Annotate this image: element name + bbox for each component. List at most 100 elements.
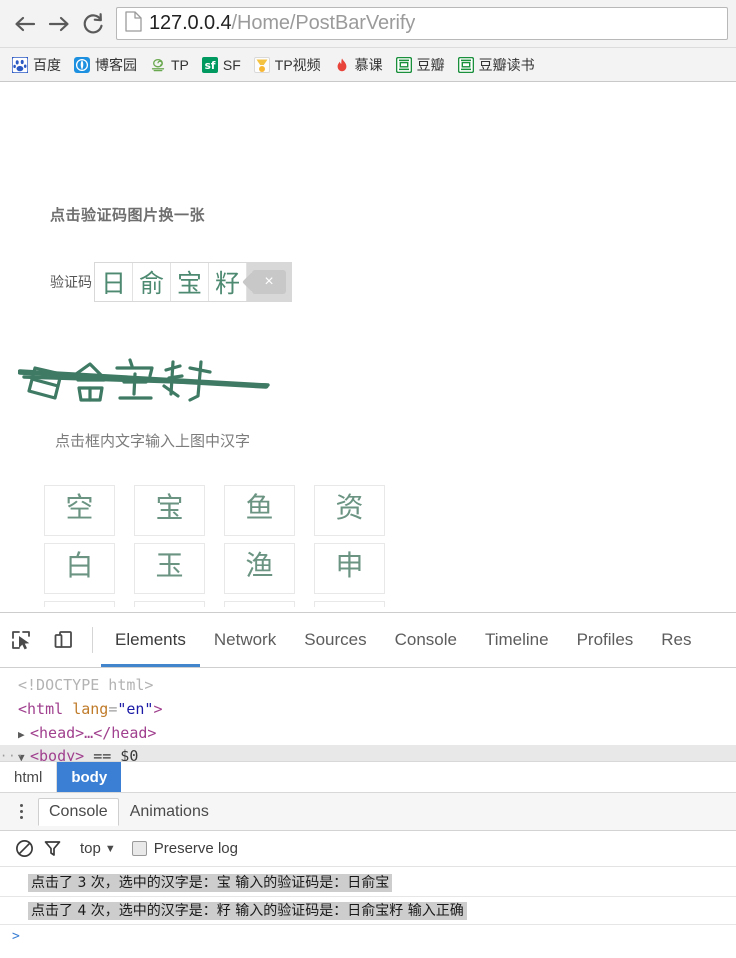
char-option[interactable]: 日 xyxy=(44,601,115,607)
more-options-icon[interactable] xyxy=(4,795,38,829)
console-message-text: 点击了 3 次，选中的汉字是：宝 输入的验证码是：日俞宝 xyxy=(28,874,393,892)
char-option[interactable]: 玉 xyxy=(134,543,205,594)
char-option[interactable]: 籽 xyxy=(134,601,205,607)
bookmark-label: 豆瓣读书 xyxy=(478,56,535,73)
dom-line-head[interactable]: ▶ <head>…</head> xyxy=(0,722,736,746)
head-text: <head>…</head> xyxy=(30,723,157,742)
address-bar[interactable]: 127.0.0.4/Home/PostBarVerify xyxy=(116,7,728,40)
segmentfault-icon: sf xyxy=(201,56,218,73)
tab-sources[interactable]: Sources xyxy=(290,613,380,667)
console-message[interactable]: 点击了 4 次，选中的汉字是：籽 输入的验证码是：日俞宝籽 输入正确 xyxy=(0,897,736,925)
bookmark-label: 百度 xyxy=(33,56,61,73)
char-option[interactable]: 申 xyxy=(314,543,385,594)
bookmark-tp[interactable]: TP xyxy=(144,53,195,77)
breadcrumb-body[interactable]: body xyxy=(57,762,122,792)
captcha-hint: 点击框内文字输入上图中汉字 xyxy=(55,432,251,450)
url-text: 127.0.0.4/Home/PostBarVerify xyxy=(149,12,415,35)
tp-video-icon xyxy=(253,56,270,73)
captcha-input-group[interactable]: 日 俞 宝 籽 × xyxy=(94,262,292,302)
drawer-tab-animations[interactable]: Animations xyxy=(119,798,220,826)
char-option[interactable]: 白 xyxy=(44,543,115,594)
console-log: 点击了 3 次，选中的汉字是：宝 输入的验证码是：日俞宝 点击了 4 次，选中的… xyxy=(0,867,736,944)
tab-profiles[interactable]: Profiles xyxy=(563,613,648,667)
filter-icon[interactable] xyxy=(38,835,66,863)
char-option[interactable]: 空 xyxy=(44,485,115,536)
bookmark-baidu[interactable]: 百度 xyxy=(6,53,67,77)
document-icon xyxy=(125,10,142,37)
captcha-char-2[interactable]: 宝 xyxy=(171,263,209,301)
char-cell-wrap: 仔 xyxy=(224,601,314,607)
imooc-flame-icon xyxy=(334,57,350,73)
tab-network[interactable]: Network xyxy=(200,613,290,667)
drawer-tab-console[interactable]: Console xyxy=(38,798,119,826)
bookmark-label: TP视频 xyxy=(274,56,321,73)
drawer-tabbar: Console Animations xyxy=(0,793,736,831)
breadcrumb-html[interactable]: html xyxy=(0,762,56,792)
bookmark-label: 博客园 xyxy=(95,56,137,73)
char-option[interactable]: 宝 xyxy=(134,485,205,536)
char-option[interactable]: 仔 xyxy=(224,601,295,607)
captcha-char-3[interactable]: 籽 xyxy=(209,263,247,301)
preserve-log-checkbox[interactable] xyxy=(131,841,147,856)
back-button[interactable] xyxy=(8,7,42,41)
inspect-element-icon[interactable] xyxy=(0,620,42,660)
char-option[interactable]: 资 xyxy=(314,485,385,536)
url-path: /Home/PostBarVerify xyxy=(231,12,416,34)
bookmark-label: TP xyxy=(171,56,189,73)
bookmark-imooc[interactable]: 慕课 xyxy=(328,53,389,77)
tab-resources[interactable]: Res xyxy=(647,613,705,667)
douban-books-icon xyxy=(457,56,474,73)
body-text: <body> xyxy=(30,747,85,761)
html-attr-name: lang xyxy=(72,699,109,718)
baidu-paw-icon xyxy=(11,55,29,74)
reload-button[interactable] xyxy=(76,7,110,41)
bookmark-label: 慕课 xyxy=(354,56,383,73)
char-option[interactable]: 鱼 xyxy=(224,485,295,536)
bookmark-tp-video[interactable]: TP视频 xyxy=(248,53,327,77)
dom-line-body[interactable]: ··· ▼ <body> == $0 xyxy=(0,745,736,761)
clear-console-icon[interactable] xyxy=(10,835,38,863)
captcha-input-row: 验证码 日 俞 宝 籽 × xyxy=(50,262,292,302)
bookmark-douban[interactable]: 豆瓣 xyxy=(390,53,451,77)
dom-line-html[interactable]: <html lang="en"> xyxy=(0,698,736,722)
captcha-char-0[interactable]: 日 xyxy=(95,263,133,301)
thinkphp-icon xyxy=(150,57,166,73)
char-option[interactable]: 俞 xyxy=(314,601,385,607)
toolbar-divider xyxy=(92,627,93,653)
body-selected-ref: == $0 xyxy=(93,747,139,761)
cnblogs-icon xyxy=(74,56,90,73)
char-cell-wrap: 鱼 xyxy=(224,485,314,543)
tab-console[interactable]: Console xyxy=(381,613,471,667)
clear-button[interactable]: × xyxy=(247,263,291,301)
device-toolbar-icon[interactable] xyxy=(42,620,84,660)
char-cell-wrap: 白 xyxy=(44,543,134,601)
url-host: 127.0.0.4 xyxy=(149,12,232,34)
char-cell-wrap: 申 xyxy=(314,543,404,601)
console-prompt[interactable]: > xyxy=(0,925,736,944)
console-toolbar: top ▼ Preserve log xyxy=(0,831,736,867)
bookmark-cnblogs[interactable]: 博客园 xyxy=(68,53,143,77)
tab-timeline[interactable]: Timeline xyxy=(471,613,563,667)
console-context-label[interactable]: top xyxy=(80,840,101,857)
char-cell-wrap: 渔 xyxy=(224,543,314,601)
breadcrumb: html body xyxy=(0,761,736,793)
char-option[interactable]: 渔 xyxy=(224,543,295,594)
bookmark-sf[interactable]: sf SF xyxy=(196,53,247,77)
devtools-panel: Elements Network Sources Console Timelin… xyxy=(0,612,736,958)
captcha-image[interactable] xyxy=(17,344,273,412)
devtools-tabbar: Elements Network Sources Console Timelin… xyxy=(0,613,736,668)
chevron-down-icon[interactable]: ▼ xyxy=(105,843,116,855)
html-attr-value: "en" xyxy=(117,699,154,718)
captcha-char-1[interactable]: 俞 xyxy=(133,263,171,301)
char-cell-wrap: 日 xyxy=(44,601,134,607)
char-cell-wrap: 玉 xyxy=(134,543,224,601)
preserve-log-label: Preserve log xyxy=(153,840,238,857)
forward-button[interactable] xyxy=(42,7,76,41)
bookmark-douban-books[interactable]: 豆瓣读书 xyxy=(452,53,541,77)
console-message[interactable]: 点击了 3 次，选中的汉字是：宝 输入的验证码是：日俞宝 xyxy=(0,869,736,897)
page-content: 点击验证码图片换一张 验证码 日 俞 宝 籽 × 点击框内文字输入上图中汉字 空… xyxy=(0,82,736,607)
expand-arrow-icon[interactable]: ▶ xyxy=(18,727,30,743)
bookmark-label: SF xyxy=(222,56,241,73)
char-grid: 空 宝 鱼 资 白 玉 渔 申 日 籽 仔 俞 xyxy=(44,485,404,607)
tab-elements[interactable]: Elements xyxy=(101,613,200,667)
